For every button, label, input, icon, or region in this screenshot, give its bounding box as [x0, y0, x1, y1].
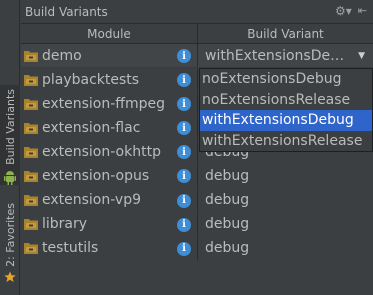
info-icon[interactable]: i [177, 121, 191, 136]
dropdown-option[interactable]: noExtensionsDebug [200, 69, 372, 90]
module-folder-icon [24, 243, 38, 255]
table-row[interactable]: testutils i debug [21, 236, 373, 261]
module-cell: extension-vp9 i [21, 188, 198, 212]
dropdown-option[interactable]: noExtensionsRelease [200, 90, 372, 111]
module-column-header[interactable]: Module [21, 24, 198, 43]
hide-icon[interactable]: ⇤ [358, 4, 367, 18]
module-folder-icon [24, 171, 38, 183]
info-icon[interactable]: i [177, 97, 191, 112]
module-name: library [42, 216, 88, 233]
star-icon [4, 271, 16, 282]
panel-title: Build Variants [25, 4, 108, 19]
info-icon[interactable]: i [177, 145, 191, 160]
module-name: extension-okhttp [42, 143, 161, 160]
table-header: Module Build Variant [21, 24, 373, 44]
module-cell: testutils i [21, 236, 198, 260]
variant-cell[interactable]: withExtensionsDe… ▼ [198, 44, 373, 68]
dropdown-option[interactable]: withExtensionsRelease [200, 131, 372, 152]
module-cell: extension-okhttp i [21, 140, 198, 164]
module-name: playbacktests [42, 71, 140, 88]
table-row[interactable]: library i debug [21, 212, 373, 237]
panel-titlebar: Build Variants ⚙▾ ⇤ [21, 0, 373, 24]
tool-window-stripe: Build Variants 2: Favorites [0, 0, 20, 295]
info-icon[interactable]: i [177, 49, 191, 63]
table-row[interactable]: extension-vp9 i debug [21, 188, 373, 213]
module-folder-icon [24, 219, 38, 231]
variant-value: debug [205, 168, 250, 185]
module-cell: extension-flac i [21, 116, 198, 140]
variant-column-header[interactable]: Build Variant [198, 24, 373, 43]
android-icon [4, 170, 16, 185]
module-cell: demo i [21, 44, 198, 68]
module-name: extension-opus [42, 168, 150, 185]
favorites-stripe-button[interactable]: 2: Favorites [0, 203, 20, 295]
module-folder-icon [24, 50, 38, 62]
info-icon[interactable]: i [177, 217, 191, 232]
module-name: extension-vp9 [42, 192, 142, 209]
module-name: demo [42, 47, 82, 64]
chevron-down-icon[interactable]: ▼ [358, 51, 365, 61]
variant-cell[interactable]: debug [198, 237, 373, 260]
module-name: testutils [42, 240, 99, 257]
info-icon[interactable]: i [177, 73, 191, 88]
module-folder-icon [24, 98, 38, 110]
module-cell: library i [21, 212, 198, 236]
module-folder-icon [24, 122, 38, 134]
variant-value: debug [205, 240, 250, 257]
module-cell: extension-opus i [21, 164, 198, 188]
gear-icon[interactable]: ⚙▾ [335, 4, 352, 18]
favorites-stripe-label: 2: Favorites [3, 203, 17, 267]
module-folder-icon [24, 195, 38, 207]
module-cell: playbacktests i [21, 68, 198, 92]
variant-combobox[interactable]: withExtensionsDe… ▼ [205, 48, 373, 64]
module-name: extension-flac [42, 119, 141, 136]
info-icon[interactable]: i [177, 169, 191, 184]
variant-cell[interactable]: debug [198, 213, 373, 236]
variant-cell[interactable]: debug [198, 189, 373, 212]
module-name: extension-ffmpeg [42, 95, 165, 112]
dropdown-option[interactable]: withExtensionsDebug [200, 110, 372, 131]
variant-value: debug [205, 216, 250, 233]
module-folder-icon [24, 74, 38, 86]
info-icon[interactable]: i [177, 193, 191, 208]
variant-value: withExtensionsDe… [205, 47, 345, 64]
table-row[interactable]: demo i withExtensionsDe… ▼ [21, 44, 373, 69]
variant-cell[interactable]: debug [198, 164, 373, 187]
table-row[interactable]: extension-opus i debug [21, 164, 373, 189]
info-icon[interactable]: i [177, 241, 191, 256]
build-variants-stripe-button[interactable]: Build Variants [0, 85, 20, 185]
variant-value: debug [205, 192, 250, 209]
module-cell: extension-ffmpeg i [21, 92, 198, 116]
variant-dropdown-popup: noExtensionsDebug noExtensionsRelease with… [199, 68, 373, 152]
build-variants-stripe-label: Build Variants [3, 89, 17, 165]
module-folder-icon [24, 146, 38, 158]
